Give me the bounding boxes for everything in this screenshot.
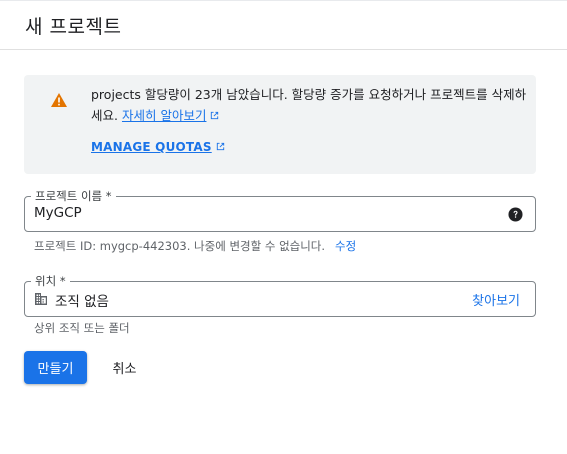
help-icon[interactable] — [508, 207, 523, 222]
manage-quotas-link[interactable]: MANAGE QUOTAS — [91, 140, 226, 154]
external-link-icon — [211, 111, 219, 120]
manage-quotas-label: MANAGE QUOTAS — [91, 140, 212, 154]
project-id-hint: 프로젝트 ID: mygcp-442303. 나중에 변경할 수 없습니다. 수정 — [34, 238, 356, 254]
create-button[interactable]: 만들기 — [24, 351, 87, 384]
quota-warning-banner: projects 할당량이 23개 남았습니다. 할당량 증가를 요청하거나 프… — [24, 75, 536, 174]
warning-icon — [51, 93, 67, 107]
new-project-page: 새 프로젝트 projects 할당량이 23개 남았습니다. 할당량 증가를 … — [0, 0, 567, 454]
learn-more-label: 자세히 알아보기 — [121, 108, 207, 123]
location-value: 조직 없음 — [55, 294, 109, 310]
learn-more-link[interactable]: 자세히 알아보기 — [122, 108, 220, 123]
project-name-input[interactable]: MyGCP — [34, 205, 82, 221]
edit-project-id-link[interactable]: 수정 — [335, 239, 356, 253]
cancel-button[interactable]: 취소 — [99, 351, 150, 384]
project-name-label: 프로젝트 이름 * — [31, 189, 116, 203]
location-hint: 상위 조직 또는 폴더 — [34, 321, 130, 335]
browse-button[interactable]: 찾아보기 — [472, 290, 520, 309]
location-field[interactable]: 위치 * 조직 없음 찾아보기 — [24, 274, 536, 317]
location-label: 위치 * — [31, 274, 70, 288]
building-icon — [35, 293, 47, 305]
top-border — [0, 0, 567, 1]
external-link-icon — [216, 142, 224, 151]
quota-message: projects 할당량이 23개 남았습니다. 할당량 증가를 요청하거나 프… — [91, 84, 531, 126]
page-title: 새 프로젝트 — [25, 16, 122, 38]
project-id-text: 프로젝트 ID: mygcp-442303. 나중에 변경할 수 없습니다. — [34, 239, 326, 253]
project-name-field[interactable]: 프로젝트 이름 * MyGCP — [24, 189, 536, 232]
header-divider — [0, 49, 567, 50]
